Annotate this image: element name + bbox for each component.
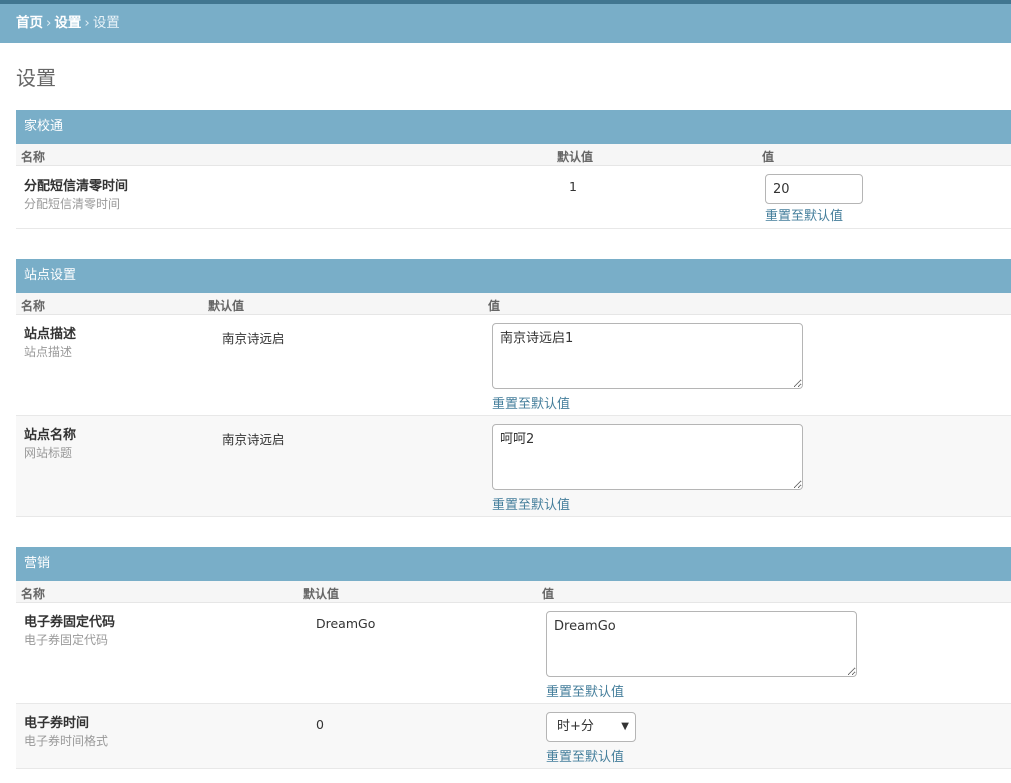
breadcrumb-home-link[interactable]: 首页 bbox=[16, 15, 43, 31]
column-header-value: 值 bbox=[542, 587, 555, 601]
section-jiaxiaotong: 家校通 名称 默认值 值 分配短信清零时间 分配短信清零时间 1 重置至默认值 bbox=[16, 110, 1011, 229]
setting-row: 站点描述 站点描述 南京诗远启 南京诗远启1 重置至默认值 bbox=[16, 315, 1011, 416]
column-header-default: 默认值 bbox=[208, 299, 245, 313]
setting-name-cell: 站点描述 站点描述 bbox=[24, 323, 76, 360]
column-headers: 名称 默认值 值 bbox=[16, 581, 1011, 603]
setting-name: 分配短信清零时间 bbox=[24, 179, 129, 194]
setting-default-value: 南京诗远启 bbox=[222, 432, 285, 447]
column-header-default: 默认值 bbox=[557, 150, 594, 164]
section-header: 营销 bbox=[16, 547, 1011, 581]
column-header-value: 值 bbox=[762, 150, 775, 164]
column-header-default: 默认值 bbox=[303, 587, 340, 601]
column-headers: 名称 默认值 值 bbox=[16, 144, 1011, 166]
setting-row: 站点名称 网站标题 南京诗远启 呵呵2 重置至默认值 bbox=[16, 416, 1011, 517]
setting-name-cell: 分配短信清零时间 分配短信清零时间 bbox=[24, 175, 128, 212]
setting-row: 电子券时间 电子券时间格式 0 时+分 ▼ 重置至默认值 bbox=[16, 704, 1011, 769]
setting-name: 站点名称 bbox=[24, 428, 77, 443]
section-marketing: 营销 名称 默认值 值 电子券固定代码 电子券固定代码 DreamGo Drea… bbox=[16, 547, 1011, 769]
setting-row: 电子券固定代码 电子券固定代码 DreamGo DreamGo 重置至默认值 bbox=[16, 603, 1011, 704]
setting-default-value: 1 bbox=[569, 179, 577, 194]
column-headers: 名称 默认值 值 bbox=[16, 293, 1011, 315]
section-header: 家校通 bbox=[16, 110, 1011, 144]
setting-name: 电子券固定代码 bbox=[24, 615, 116, 630]
setting-description: 分配短信清零时间 bbox=[24, 197, 121, 211]
breadcrumb-separator: › bbox=[84, 15, 90, 31]
chevron-down-icon: ▼ bbox=[621, 721, 629, 732]
coupon-time-format-select[interactable]: 时+分 ▼ bbox=[546, 712, 636, 742]
breadcrumb-separator: › bbox=[46, 15, 52, 31]
site-name-textarea[interactable]: 呵呵2 bbox=[492, 424, 803, 490]
setting-default-value: DreamGo bbox=[316, 616, 376, 631]
setting-name: 电子券时间 bbox=[24, 716, 90, 731]
column-header-value: 值 bbox=[488, 299, 501, 313]
setting-value-cell: 南京诗远启1 重置至默认值 bbox=[492, 323, 803, 412]
coupon-code-textarea[interactable]: DreamGo bbox=[546, 611, 857, 677]
setting-description: 电子券固定代码 bbox=[24, 633, 109, 647]
column-header-name: 名称 bbox=[21, 299, 46, 313]
setting-value-cell: 重置至默认值 bbox=[765, 174, 863, 224]
setting-description: 电子券时间格式 bbox=[24, 734, 109, 748]
setting-default-value: 0 bbox=[316, 717, 324, 732]
breadcrumb-current: 设置 bbox=[92, 15, 120, 31]
setting-name: 站点描述 bbox=[24, 327, 77, 342]
breadcrumb: 首页 › 设置 › 设置 bbox=[0, 4, 1011, 43]
reset-to-default-link[interactable]: 重置至默认值 bbox=[546, 746, 636, 765]
breadcrumb-settings-link[interactable]: 设置 bbox=[54, 15, 81, 31]
select-selected-value: 时+分 bbox=[557, 719, 594, 734]
reset-to-default-link[interactable]: 重置至默认值 bbox=[492, 393, 803, 412]
section-site-settings: 站点设置 名称 默认值 值 站点描述 站点描述 南京诗远启 南京诗远启1 重置至… bbox=[16, 259, 1011, 517]
section-header: 站点设置 bbox=[16, 259, 1011, 293]
site-description-textarea[interactable]: 南京诗远启1 bbox=[492, 323, 803, 389]
column-header-name: 名称 bbox=[21, 150, 46, 164]
sms-reset-time-input[interactable] bbox=[765, 174, 863, 204]
setting-value-cell: 时+分 ▼ 重置至默认值 bbox=[546, 712, 636, 765]
setting-description: 网站标题 bbox=[24, 446, 73, 460]
setting-value-cell: DreamGo 重置至默认值 bbox=[546, 611, 857, 700]
setting-value-cell: 呵呵2 重置至默认值 bbox=[492, 424, 803, 513]
column-header-name: 名称 bbox=[21, 587, 46, 601]
setting-description: 站点描述 bbox=[24, 345, 73, 359]
reset-to-default-link[interactable]: 重置至默认值 bbox=[492, 494, 803, 513]
setting-row: 分配短信清零时间 分配短信清零时间 1 重置至默认值 bbox=[16, 166, 1011, 229]
page-title: 设置 bbox=[16, 66, 56, 90]
setting-name-cell: 电子券固定代码 电子券固定代码 bbox=[24, 611, 115, 648]
setting-name-cell: 站点名称 网站标题 bbox=[24, 424, 76, 461]
reset-to-default-link[interactable]: 重置至默认值 bbox=[765, 205, 863, 224]
setting-default-value: 南京诗远启 bbox=[222, 331, 285, 346]
setting-name-cell: 电子券时间 电子券时间格式 bbox=[24, 712, 108, 749]
reset-to-default-link[interactable]: 重置至默认值 bbox=[546, 681, 857, 700]
